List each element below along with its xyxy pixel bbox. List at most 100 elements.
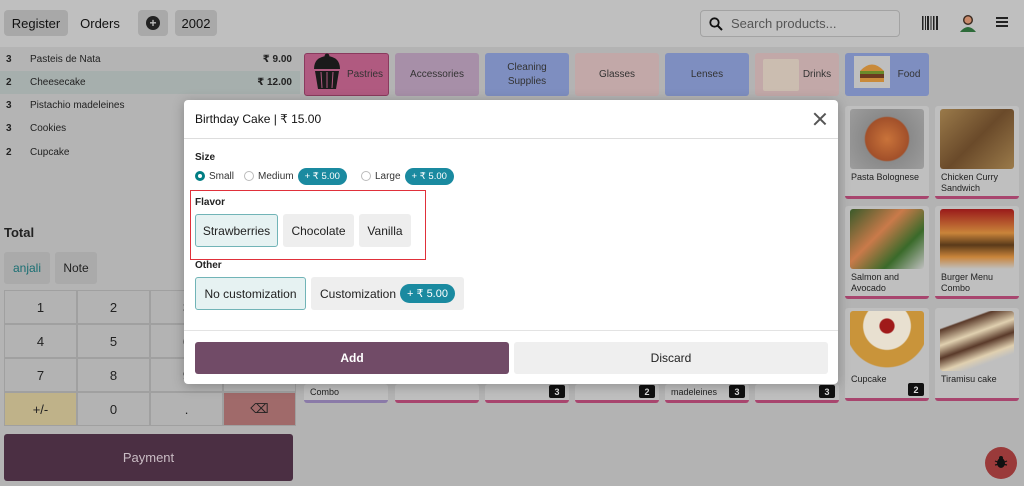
size-radio-large[interactable] bbox=[360, 171, 371, 181]
numpad-key-0[interactable]: 0 bbox=[77, 392, 150, 426]
product-card[interactable]: 3 bbox=[755, 384, 839, 403]
customer-name: anjali bbox=[12, 261, 42, 275]
product-configurator-dialog: Birthday Cake | ₹ 15.00 Size Small Mediu… bbox=[184, 100, 838, 384]
numpad-key-5[interactable]: 5 bbox=[77, 324, 150, 358]
flavor-option-vanilla[interactable]: Vanilla bbox=[359, 214, 411, 247]
option-label: Chocolate bbox=[291, 223, 346, 238]
card-accent-bar bbox=[935, 398, 1019, 401]
debug-button[interactable] bbox=[985, 447, 1017, 479]
other-option-no-customization[interactable]: No customization bbox=[195, 277, 306, 310]
payment-button[interactable]: Payment bbox=[4, 434, 293, 481]
order-tab-2002[interactable]: 2002 bbox=[175, 10, 217, 36]
plus-circle-icon: + bbox=[146, 16, 160, 30]
order-ref-label: 2002 bbox=[181, 15, 211, 31]
option-label: Strawberries bbox=[202, 223, 271, 238]
category-label: Lenses bbox=[690, 68, 724, 80]
category-drinks[interactable]: Drinks bbox=[755, 53, 839, 96]
search-box[interactable]: Search products... bbox=[700, 10, 900, 37]
burger-combo-image bbox=[940, 209, 1014, 269]
option-label: Vanilla bbox=[367, 223, 403, 238]
numpad-key-4[interactable]: 4 bbox=[4, 324, 77, 358]
size-option-label: Medium bbox=[258, 170, 294, 182]
quantity-badge: 3 bbox=[729, 385, 745, 398]
category-label: Accessories bbox=[410, 68, 464, 80]
card-accent-bar bbox=[665, 400, 749, 403]
category-food[interactable]: Food bbox=[845, 53, 929, 96]
product-card-chicken-curry-sandwich[interactable]: Chicken Curry Sandwich bbox=[935, 106, 1019, 199]
product-card-burger-menu-combo[interactable]: Burger Menu Combo bbox=[935, 206, 1019, 299]
top-bar: Register Orders + 2002 Search products..… bbox=[0, 0, 1024, 47]
product-card-combo[interactable]: Combo bbox=[304, 384, 388, 403]
product-card-salmon-and-avocado[interactable]: Salmon and Avocado bbox=[845, 206, 929, 299]
barcode-icon[interactable] bbox=[921, 14, 939, 32]
product-card-tiramisu-cake[interactable]: Tiramisu cake bbox=[935, 308, 1019, 401]
product-card-madeleines[interactable]: madeleines 3 bbox=[665, 384, 749, 403]
numpad-key-8[interactable]: 8 bbox=[77, 358, 150, 392]
orderline-qty: 3 bbox=[6, 100, 12, 111]
key-label: 8 bbox=[109, 367, 118, 383]
add-button[interactable]: Add bbox=[195, 342, 509, 374]
price-extra-badge: + ₹ 5.00 bbox=[404, 167, 454, 185]
note-label: Note bbox=[63, 261, 89, 275]
product-card-pasta-bolognese[interactable]: Pasta Bolognese bbox=[845, 106, 929, 199]
numpad-key-backspace[interactable]: ⌫ bbox=[223, 392, 296, 426]
numpad-key-7[interactable]: 7 bbox=[4, 358, 77, 392]
flavor-label: Flavor bbox=[195, 197, 226, 208]
quantity-badge: 2 bbox=[639, 385, 655, 398]
numpad-key-plus-minus[interactable]: +/- bbox=[4, 392, 77, 426]
register-tab[interactable]: Register bbox=[4, 10, 68, 36]
orderline-price: ₹ 9.00 bbox=[262, 54, 292, 65]
quantity-badge: 3 bbox=[549, 385, 565, 398]
flavor-option-strawberries[interactable]: Strawberries bbox=[195, 214, 278, 247]
category-glasses[interactable]: Glasses bbox=[575, 53, 659, 96]
product-name: Combo bbox=[310, 387, 340, 397]
size-radio-small[interactable] bbox=[195, 171, 205, 181]
key-label: 5 bbox=[109, 333, 118, 349]
numpad-key-2[interactable]: 2 bbox=[77, 290, 150, 324]
close-icon[interactable] bbox=[812, 111, 828, 127]
orderline-qty: 2 bbox=[6, 147, 12, 158]
search-icon bbox=[709, 16, 723, 31]
category-cleaning-supplies[interactable]: Cleaning Supplies bbox=[485, 53, 569, 96]
user-avatar-icon[interactable] bbox=[958, 13, 978, 33]
new-order-button[interactable]: + bbox=[138, 10, 168, 36]
orders-tab[interactable]: Orders bbox=[72, 10, 128, 36]
card-accent-bar bbox=[935, 296, 1019, 299]
product-card[interactable] bbox=[395, 384, 479, 403]
orderline-selected[interactable]: 2 Cheesecake ₹ 12.00 bbox=[0, 71, 300, 94]
note-button[interactable]: Note bbox=[55, 252, 97, 284]
other-option-customization[interactable]: Customization + ₹ 5.00 bbox=[311, 277, 464, 310]
card-accent-bar bbox=[935, 196, 1019, 199]
customer-button[interactable]: anjali bbox=[4, 252, 50, 284]
orderline[interactable]: 3 Pasteis de Nata ₹ 9.00 bbox=[0, 48, 300, 71]
hamburger-menu-icon[interactable] bbox=[995, 15, 1009, 29]
orderline-qty: 3 bbox=[6, 54, 12, 65]
option-label: Customization bbox=[320, 286, 397, 301]
product-card[interactable]: 3 bbox=[485, 384, 569, 403]
search-placeholder: Search products... bbox=[731, 16, 837, 31]
dialog-header: Birthday Cake | ₹ 15.00 bbox=[184, 100, 838, 139]
flavor-option-chocolate[interactable]: Chocolate bbox=[283, 214, 354, 247]
size-radio-medium[interactable] bbox=[244, 171, 255, 181]
orderline-name: Cheesecake bbox=[30, 77, 86, 88]
numpad-key-decimal[interactable]: . bbox=[150, 392, 223, 426]
cupcake-image bbox=[850, 311, 924, 371]
backspace-icon: ⌫ bbox=[250, 401, 269, 416]
category-label: Pastries bbox=[346, 68, 384, 80]
size-option-label: Large bbox=[374, 170, 401, 182]
salmon-image bbox=[850, 209, 924, 269]
product-card[interactable]: 2 bbox=[575, 384, 659, 403]
key-label: 4 bbox=[36, 333, 45, 349]
product-name: Chicken Curry Sandwich bbox=[941, 172, 999, 193]
product-name: madeleines bbox=[671, 387, 718, 397]
payment-label: Payment bbox=[122, 450, 175, 465]
category-accessories[interactable]: Accessories bbox=[395, 53, 479, 96]
product-name: Burger Menu Combo bbox=[941, 272, 994, 293]
card-accent-bar bbox=[304, 400, 388, 403]
category-lenses[interactable]: Lenses bbox=[665, 53, 749, 96]
numpad-key-1[interactable]: 1 bbox=[4, 290, 77, 324]
category-pastries[interactable]: Pastries bbox=[304, 53, 389, 96]
product-name: Salmon and Avocado bbox=[851, 272, 900, 293]
product-card-cupcake[interactable]: Cupcake 2 bbox=[845, 308, 929, 401]
discard-button[interactable]: Discard bbox=[514, 342, 828, 374]
